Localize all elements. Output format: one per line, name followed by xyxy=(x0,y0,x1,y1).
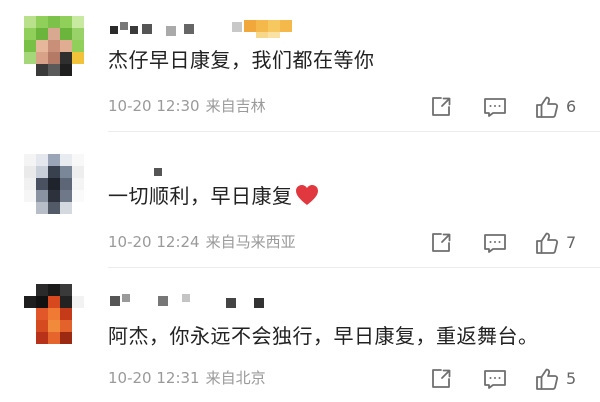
avatar[interactable] xyxy=(24,16,84,76)
avatar[interactable] xyxy=(24,284,84,344)
username-blurred[interactable] xyxy=(108,164,188,184)
comment-text: 杰仔早日康复，我们都在等你 xyxy=(108,46,375,74)
comment-meta: 10-20 12:24 来自马来西亚 xyxy=(108,232,296,252)
thumbs-up-icon[interactable] xyxy=(534,94,560,120)
comment-actions: 5 xyxy=(428,366,588,394)
comment-text-content: 一切顺利，早日康复 xyxy=(108,184,293,208)
comment-time: 10-20 12:24 xyxy=(108,233,200,251)
comment-text: 一切顺利，早日康复 xyxy=(108,182,319,213)
comment-text-content: 阿杰，你永远不会独行，早日康复，重返舞台。 xyxy=(108,324,539,348)
like-count: 7 xyxy=(566,233,577,252)
blurred-username-image xyxy=(110,20,292,38)
comment-item-2: 一切顺利，早日康复 10-20 12:24 来自马来西亚 7 xyxy=(0,132,600,268)
thumbs-up-icon[interactable] xyxy=(534,230,560,256)
comment-location: 来自吉林 xyxy=(205,97,266,115)
comment-actions: 7 xyxy=(428,230,588,258)
username-blurred[interactable] xyxy=(108,18,308,38)
thumbs-up-icon[interactable] xyxy=(534,366,560,392)
comment-location: 来自北京 xyxy=(205,369,266,387)
comment-actions: 6 xyxy=(428,94,588,122)
comment-item-3: 阿杰，你永远不会独行，早日康复，重返舞台。 10-20 12:31 来自北京 5 xyxy=(0,268,600,402)
avatar-image-pixelated xyxy=(24,284,84,344)
avatar[interactable] xyxy=(24,154,84,214)
comment-text-content: 杰仔早日康复，我们都在等你 xyxy=(108,48,375,72)
reply-icon[interactable] xyxy=(482,366,508,392)
comment-meta: 10-20 12:31 来自北京 xyxy=(108,368,266,388)
comment-location: 来自马来西亚 xyxy=(205,233,296,251)
reply-icon[interactable] xyxy=(482,94,508,120)
blurred-username-image xyxy=(154,168,162,176)
like-count: 5 xyxy=(566,369,577,388)
reply-icon[interactable] xyxy=(482,230,508,256)
username-blurred[interactable] xyxy=(108,290,278,310)
share-icon[interactable] xyxy=(428,366,454,392)
comment-item-1: 杰仔早日康复，我们都在等你 10-20 12:30 来自吉林 6 xyxy=(0,0,600,132)
blurred-username-image xyxy=(110,294,264,308)
comment-time: 10-20 12:31 xyxy=(108,369,200,387)
like-count: 6 xyxy=(566,97,577,116)
share-icon[interactable] xyxy=(428,230,454,256)
avatar-image-pixelated xyxy=(24,16,84,76)
red-heart-emoji xyxy=(295,184,319,213)
comment-text: 阿杰，你永远不会独行，早日康复，重返舞台。 xyxy=(108,322,539,350)
avatar-image-pixelated xyxy=(24,154,84,214)
comment-time: 10-20 12:30 xyxy=(108,97,200,115)
comment-meta: 10-20 12:30 来自吉林 xyxy=(108,96,266,116)
share-icon[interactable] xyxy=(428,94,454,120)
